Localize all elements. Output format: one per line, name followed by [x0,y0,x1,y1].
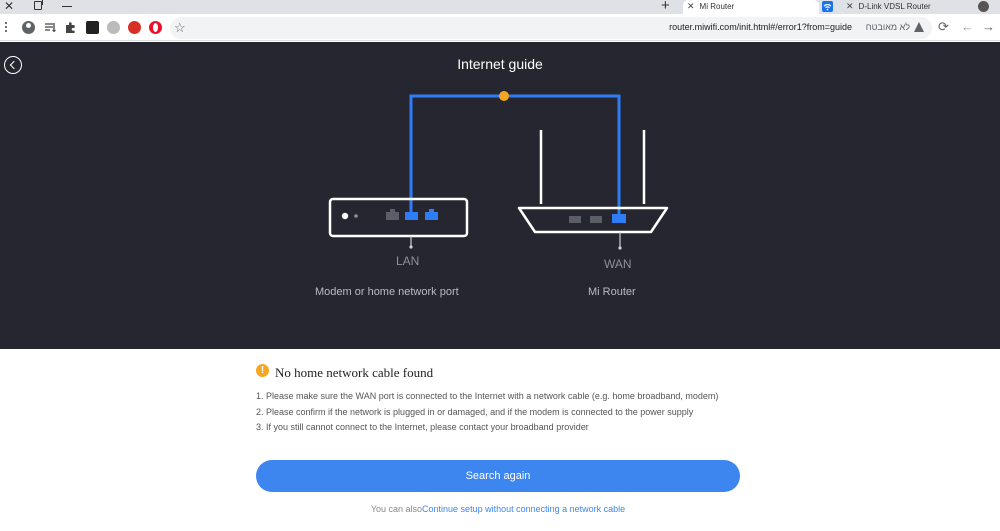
warning-badge-icon: ! [256,364,269,377]
opera-icon[interactable] [149,21,162,34]
new-tab-plus-icon[interactable]: + [661,0,670,14]
wifi-favicon-icon [822,1,833,12]
extension-icon[interactable] [86,21,99,34]
tab-mi-router[interactable]: ✕ Mi Router [683,0,819,14]
search-again-button[interactable]: Search again [256,460,740,492]
tab-close-icon[interactable]: ✕ [846,1,854,11]
minimize-window-icon[interactable] [62,6,72,7]
back-icon[interactable]: ← [961,19,974,34]
mi-router-device [517,130,669,250]
security-label[interactable]: לא מאובטח [866,22,910,32]
reading-list-icon[interactable] [44,21,57,34]
router-label: Mi Router [588,286,636,298]
step-item: 3. If you still cannot connect to the In… [256,422,589,432]
step-item: 2. Please confirm if the network is plug… [256,406,694,417]
wan-label: WAN [604,257,632,271]
cable-diagram [328,91,669,250]
alternative-setup-text: You can alsoContinue setup without conne… [0,504,996,514]
warning-icon[interactable] [914,22,924,32]
extensions-icon[interactable] [64,21,77,34]
modem-device [328,197,469,249]
extension-icon[interactable] [107,21,120,34]
menu-icon[interactable] [4,22,8,35]
internet-guide-hero: Internet guide LAN WAN Modem or home net… [0,42,1000,349]
extension-icon[interactable] [128,21,141,34]
tab-strip: ✕ + ✕ Mi Router ✕ D-Link VDSL Router [0,0,1000,14]
alt-prefix: You can also [370,504,423,514]
continue-without-cable-link[interactable]: Continue setup without connecting a netw… [422,504,625,514]
tab-title: D-Link VDSL Router [858,2,931,11]
star-icon[interactable]: ☆ [174,20,186,36]
reload-icon[interactable]: ⟳ [938,19,949,35]
forward-icon[interactable]: → [982,19,995,34]
tab-title: Mi Router [699,2,735,11]
tab-dlink[interactable]: ✕ D-Link VDSL Router [842,0,967,14]
profile-icon[interactable] [22,21,35,34]
lan-label: LAN [396,254,420,268]
error-title: No home network cable found [275,365,434,380]
restore-window-icon[interactable] [34,0,43,10]
address-bar[interactable]: ☆ router.miwifi.com/init.html#/error1?fr… [170,17,932,39]
globe-favicon-icon [978,1,989,12]
url-text[interactable]: router.miwifi.com/init.html#/error1?from… [669,22,852,32]
tab-close-icon[interactable]: ✕ [687,1,695,11]
browser-toolbar: ☆ router.miwifi.com/init.html#/error1?fr… [0,14,1000,41]
cable-warning-dot [499,91,509,101]
modem-label: Modem or home network port [315,286,459,298]
troubleshooting-steps: 1. Please make sure the WAN port is conn… [256,389,746,436]
step-item: 1. Please make sure the WAN port is conn… [256,391,719,401]
close-window-icon[interactable]: ✕ [4,0,14,13]
